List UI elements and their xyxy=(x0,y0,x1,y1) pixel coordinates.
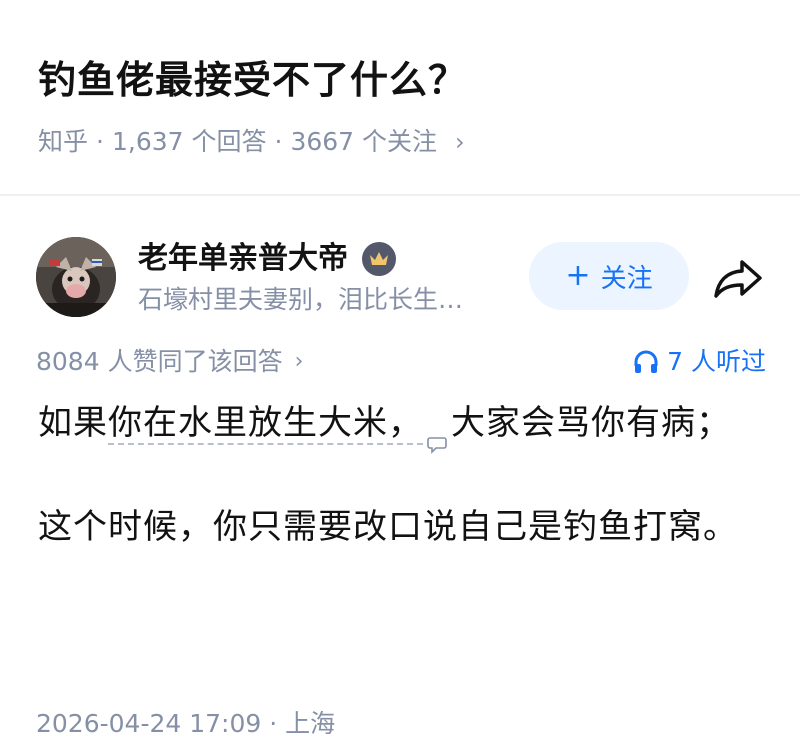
avatar[interactable] xyxy=(36,237,116,317)
follow-label: 关注 xyxy=(600,263,653,294)
paragraph-text: 大家会骂你有病； xyxy=(451,403,731,443)
paragraph-text: 如果 xyxy=(38,403,108,443)
crown-icon xyxy=(362,242,396,276)
answer-count: 1,637 个回答 xyxy=(111,127,267,156)
chevron-right-icon: › xyxy=(294,349,304,374)
answer-paragraph: 这个时候，你只需要改口说自己是钓鱼打窝。 xyxy=(38,507,738,547)
question-meta[interactable]: 知乎 · 1,637 个回答 · 3667 个关注 › xyxy=(38,124,465,160)
source-label: 知乎 xyxy=(38,127,89,156)
headphones-icon xyxy=(634,350,658,373)
author-name[interactable]: 老年单亲普大帝 xyxy=(138,238,348,280)
likes-count: 8084 人赞同了该回答 xyxy=(36,347,283,376)
author-name-row[interactable]: 老年单亲普大帝 xyxy=(138,238,396,280)
share-arrow-icon[interactable] xyxy=(712,256,764,300)
timestamp: 2026-04-24 17:09 xyxy=(36,709,262,738)
answer-paragraph: 如果你在水里放生大米， 大家会骂你有病； xyxy=(38,396,758,454)
listen-label: 7 人听过 xyxy=(667,347,766,376)
comment-bubble-icon[interactable] xyxy=(427,416,447,454)
meta-separator: · xyxy=(269,709,278,738)
chevron-right-icon: › xyxy=(455,128,465,156)
plus-icon: + xyxy=(565,258,591,293)
location: 上海 xyxy=(285,709,336,738)
question-title[interactable]: 钓鱼佬最接受不了什么？ xyxy=(38,52,467,108)
author-row: 老年单亲普大帝 石壕村里夫妻别，泪比长生… + 关注 xyxy=(0,230,800,330)
annotated-phrase[interactable]: 你在水里放生大米， xyxy=(108,403,423,445)
answer-content: 如果你在水里放生大米， 大家会骂你有病； 这个时候，你只需要改口说自己是钓鱼打窝。 xyxy=(38,396,758,604)
listen-count[interactable]: 7 人听过 xyxy=(633,342,766,382)
meta-separator: · xyxy=(274,127,283,156)
author-bio[interactable]: 石壕村里夫妻别，泪比长生… xyxy=(138,282,463,318)
follow-button[interactable]: + 关注 xyxy=(529,242,689,310)
answer-footer: 2026-04-24 17:09 · 上海 xyxy=(36,704,335,744)
question-header: 钓鱼佬最接受不了什么？ 知乎 · 1,637 个回答 · 3667 个关注 › xyxy=(0,0,800,178)
section-divider xyxy=(0,194,800,196)
likes-summary[interactable]: 8084 人赞同了该回答 › xyxy=(36,342,303,382)
meta-separator: · xyxy=(96,127,104,156)
follower-count: 3667 个关注 xyxy=(290,127,438,156)
answer-stats: 8084 人赞同了该回答 › 7 人听过 xyxy=(36,342,766,382)
